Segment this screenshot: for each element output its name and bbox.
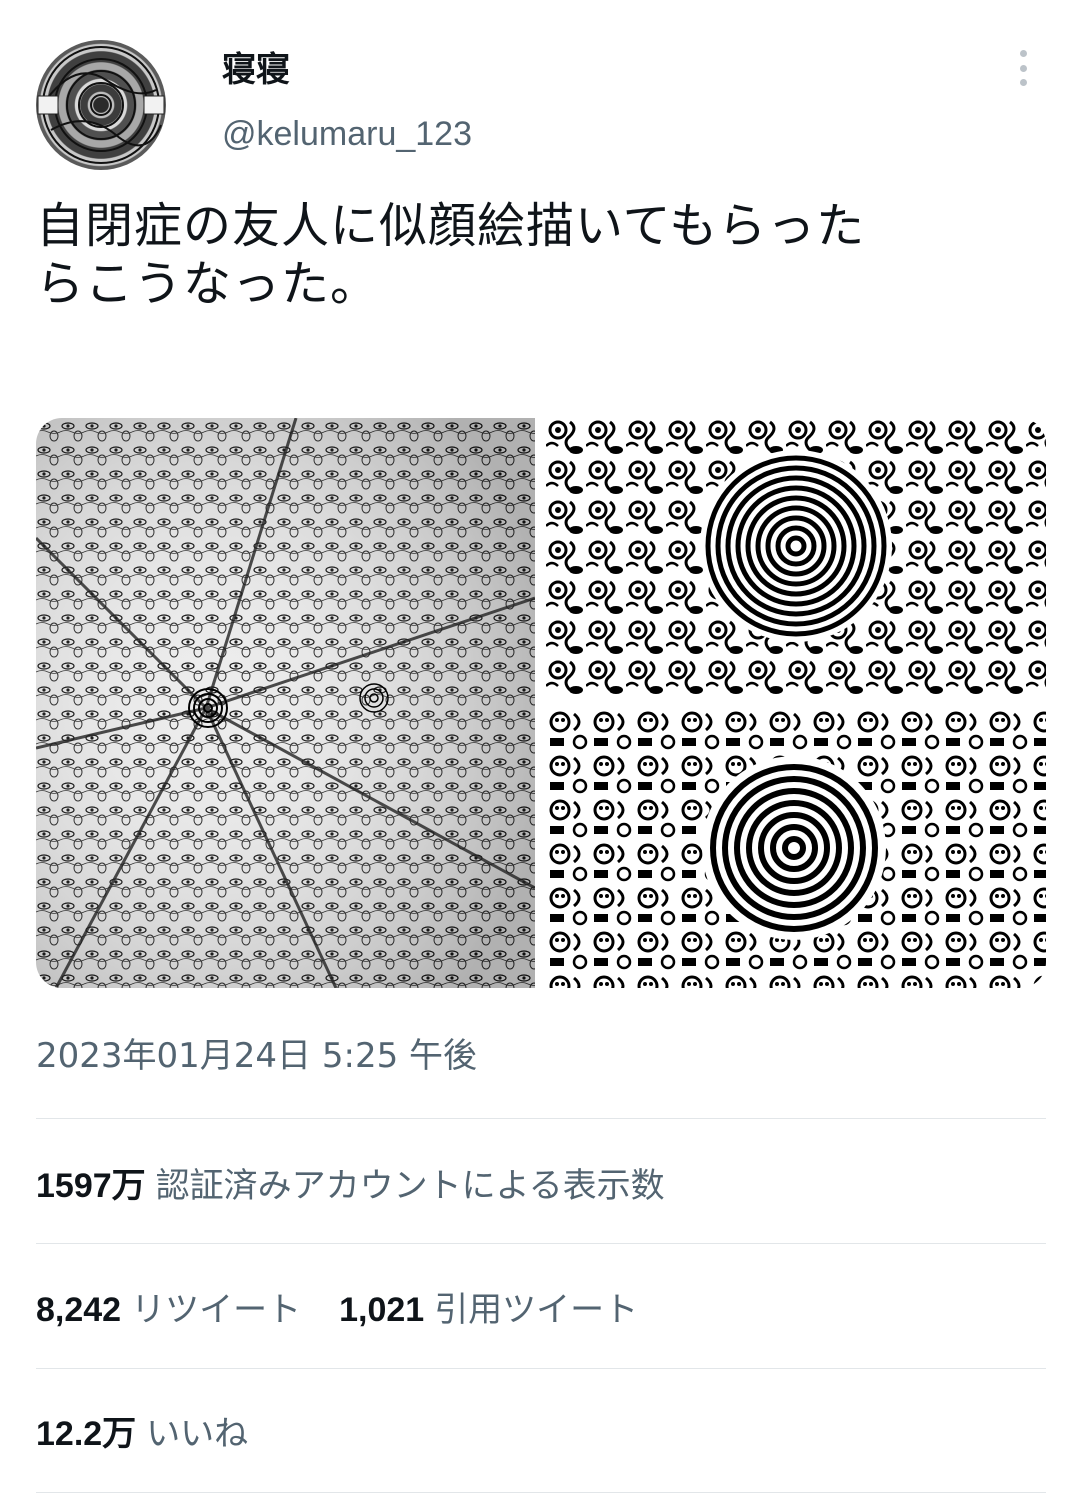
views-label: 認証済みアカウントによる表示数: [155, 1166, 665, 1206]
avatar-image: [37, 46, 165, 164]
divider: [36, 1243, 1046, 1244]
retweets-count: 8,242: [36, 1291, 122, 1329]
retweets-stat[interactable]: 8,242 リツイート: [36, 1290, 301, 1330]
likes-label: いいね: [146, 1414, 249, 1454]
tweet-text-line: らこうなった。: [36, 256, 380, 312]
divider: [36, 1492, 1046, 1493]
tweet-timestamp[interactable]: 2023年01月24日 5:25 午後: [36, 1034, 477, 1078]
quotes-count: 1,021: [339, 1291, 425, 1329]
avatar[interactable]: [36, 40, 166, 170]
tweet-text-line: 自閉症の友人に似顔絵描いてもらった: [36, 198, 866, 254]
retweets-label: リツイート: [131, 1290, 302, 1330]
media-image-3[interactable]: [546, 708, 1046, 988]
engagement-row: 8,242 リツイート 1,021 引用ツイート: [36, 1288, 638, 1332]
user-handle[interactable]: @kelumaru_123: [222, 112, 472, 156]
more-options-icon[interactable]: [1008, 46, 1038, 90]
likes-count: 12.2万: [36, 1415, 137, 1453]
views-count: 1597万: [36, 1167, 146, 1205]
likes-row[interactable]: 12.2万 いいね: [36, 1412, 248, 1456]
drawing-full-view-image: [36, 418, 535, 988]
drawing-spiral-closeup-2-image: [546, 708, 1046, 988]
drawing-spiral-closeup-1-image: [546, 418, 1046, 698]
quotes-label: 引用ツイート: [434, 1290, 639, 1330]
tweet-text: 自閉症の友人に似顔絵描いてもらった らこうなった。: [36, 190, 1046, 312]
divider: [36, 1118, 1046, 1119]
quotes-stat[interactable]: 1,021 引用ツイート: [339, 1290, 638, 1330]
media-image-1[interactable]: [36, 418, 535, 988]
divider: [36, 1368, 1046, 1369]
media-image-2[interactable]: [546, 418, 1046, 698]
views-row: 1597万 認証済みアカウントによる表示数: [36, 1164, 665, 1208]
display-name[interactable]: 寝寝: [222, 48, 290, 92]
media-grid: [36, 418, 1046, 988]
